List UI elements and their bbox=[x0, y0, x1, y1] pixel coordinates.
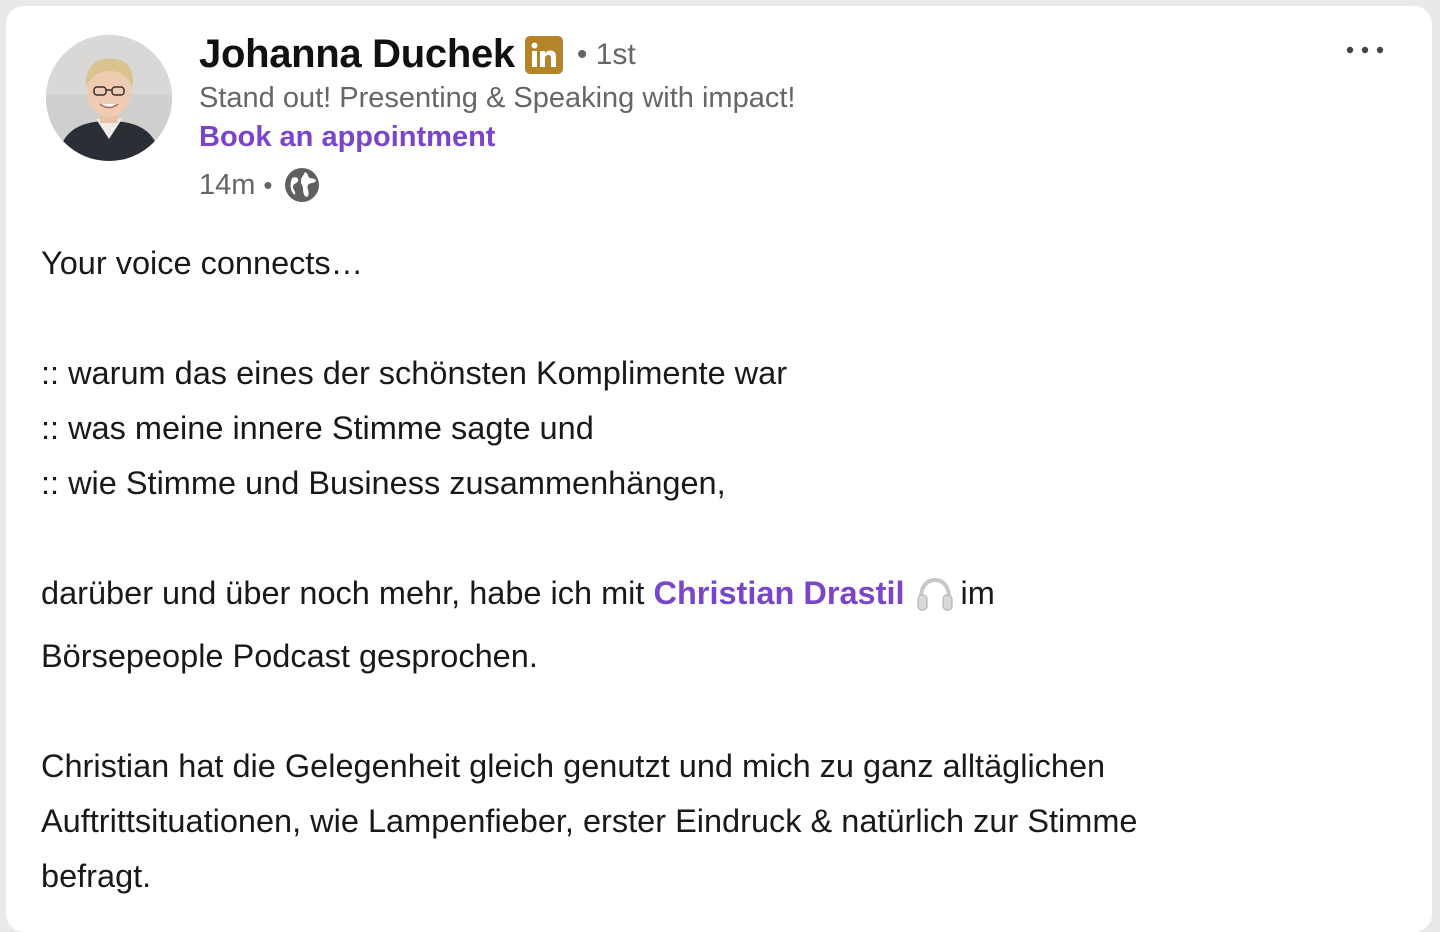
post-paragraph: darüber und über noch mehr, habe ich mit… bbox=[41, 566, 1401, 629]
bullet-line: :: warum das eines der schönsten Komplim… bbox=[41, 355, 788, 391]
linkedin-icon bbox=[524, 35, 563, 74]
post-meta: 14m • bbox=[199, 166, 321, 204]
headphones-icon bbox=[915, 574, 955, 629]
post-intro: Your voice connects… bbox=[41, 245, 364, 281]
author-avatar[interactable] bbox=[46, 35, 172, 161]
author-name-row: Johanna Duchek • 1st bbox=[199, 32, 636, 77]
profile-photo bbox=[46, 35, 172, 161]
bullet-line: :: was meine innere Stimme sagte und bbox=[41, 410, 594, 446]
author-headline: Stand out! Presenting & Speaking with im… bbox=[199, 82, 796, 114]
globe-icon bbox=[284, 168, 319, 202]
mention-christian-drastil[interactable]: Christian Drastil bbox=[653, 575, 904, 611]
post-paragraph-line: Christian hat die Gelegenheit gleich gen… bbox=[41, 748, 1106, 784]
post-paragraph-line: Auftrittsituationen, wie Lampenfieber, e… bbox=[41, 803, 1138, 839]
author-name[interactable]: Johanna Duchek bbox=[199, 32, 515, 77]
bullet-line: :: wie Stimme und Business zusammenhänge… bbox=[41, 465, 726, 501]
book-appointment-link[interactable]: Book an appointment bbox=[199, 121, 495, 154]
paragraph-text: darüber und über noch mehr, habe ich mit bbox=[41, 575, 654, 611]
paragraph-text: im bbox=[960, 575, 995, 611]
post-paragraph-line: befragt. bbox=[41, 858, 152, 894]
post-paragraph-line: Börsepeople Podcast gesprochen. bbox=[41, 638, 538, 674]
post-card: Johanna Duchek • 1st Stand out! Presenti… bbox=[6, 6, 1432, 932]
post-time: 14m bbox=[199, 168, 256, 201]
connection-degree: • 1st bbox=[576, 37, 636, 71]
meta-separator: • bbox=[263, 169, 273, 200]
post-body: Your voice connects… :: warum das eines … bbox=[41, 236, 1401, 904]
more-options-icon[interactable] bbox=[1340, 38, 1390, 62]
